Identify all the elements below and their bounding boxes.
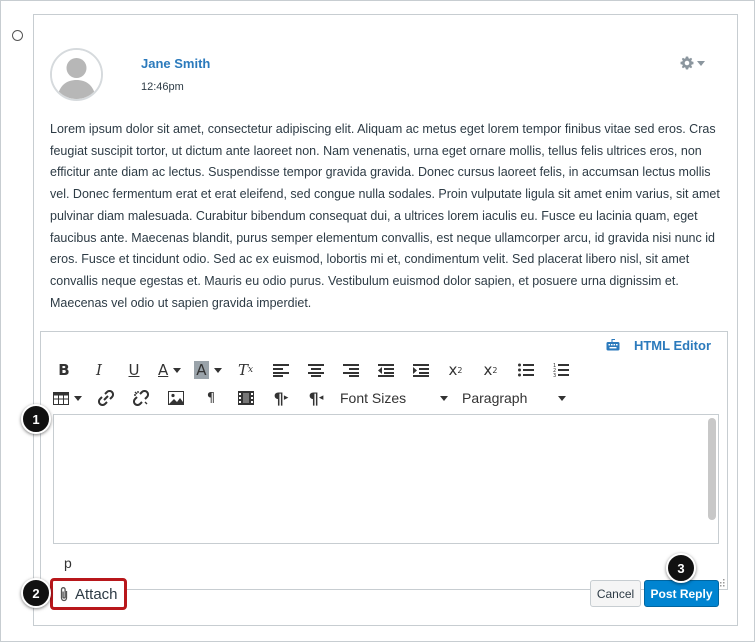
font-sizes-label: Font Sizes — [340, 390, 407, 406]
html-editor-toggle[interactable]: HTML Editor — [606, 337, 711, 353]
rtl-icon[interactable]: ¶ ◂ — [305, 387, 327, 409]
ltr-icon[interactable]: ¶ ▸ — [270, 387, 292, 409]
settings-menu-button[interactable] — [680, 55, 710, 71]
background-color-icon[interactable]: A — [194, 359, 222, 381]
chevron-down-icon — [558, 395, 566, 401]
scrollbar[interactable] — [708, 418, 716, 520]
image-icon[interactable] — [165, 387, 187, 409]
underline-icon[interactable]: U — [123, 359, 145, 381]
link-icon[interactable] — [95, 387, 117, 409]
element-path: p — [64, 555, 72, 571]
align-right-icon[interactable] — [340, 359, 362, 381]
rich-text-editor: HTML Editor B I U A A Tx x 2 x 2 1 2 3 ¶… — [40, 331, 728, 590]
outdent-icon[interactable] — [375, 359, 397, 381]
post-body: Lorem ipsum dolor sit amet, consectetur … — [50, 122, 720, 310]
indent-icon[interactable] — [410, 359, 432, 381]
media-icon[interactable] — [235, 387, 257, 409]
callout-3-badge: 3 — [666, 553, 696, 583]
numbered-list-icon[interactable]: 123 — [550, 359, 572, 381]
keyboard-icon — [606, 339, 620, 351]
editor-toolbar-row-1: B I U A A Tx x2 x 2 1 2 3 — [53, 359, 585, 381]
gear-icon — [680, 56, 694, 70]
paragraph-label: Paragraph — [462, 390, 528, 406]
paragraph-select[interactable]: Paragraph — [462, 387, 566, 409]
reply-text-area[interactable] — [53, 414, 719, 544]
subscript-icon[interactable]: x2 — [480, 359, 502, 381]
author-name-link[interactable]: Jane Smith — [141, 56, 210, 71]
html-editor-label: HTML Editor — [633, 337, 711, 353]
paragraph-mark-icon[interactable]: ¶ — [200, 387, 222, 409]
clear-formatting-icon[interactable]: Tx — [235, 359, 257, 381]
attach-button[interactable]: Attach — [50, 578, 127, 610]
bold-icon[interactable]: B — [53, 359, 75, 381]
selection-radio[interactable] — [12, 30, 23, 41]
align-left-icon[interactable] — [270, 359, 292, 381]
paperclip-icon — [60, 587, 68, 602]
avatar[interactable] — [50, 48, 103, 101]
post-time: 12:46pm — [141, 81, 184, 93]
chevron-down-icon — [697, 60, 705, 66]
unlink-icon[interactable] — [130, 387, 152, 409]
post-reply-button[interactable]: Post Reply — [644, 580, 719, 607]
bulleted-list-icon[interactable] — [515, 359, 537, 381]
callout-1-badge: 1 — [21, 404, 51, 434]
chevron-down-icon — [440, 395, 448, 401]
editor-toolbar-row-2: ¶ ¶ ▸ ¶ ◂ Font Sizes Paragraph — [53, 387, 580, 409]
font-sizes-select[interactable]: Font Sizes — [340, 387, 448, 409]
table-icon[interactable] — [53, 387, 82, 409]
italic-icon[interactable]: I — [88, 359, 110, 381]
text-color-icon[interactable]: A — [158, 359, 182, 381]
discussion-entry: Jane Smith 12:46pm Lorem ipsum dolor sit… — [33, 14, 738, 626]
callout-2-badge: 2 — [21, 578, 51, 608]
attach-label: Attach — [75, 585, 118, 603]
align-center-icon[interactable] — [305, 359, 327, 381]
svg-text:3: 3 — [553, 373, 556, 378]
cancel-button[interactable]: Cancel — [590, 580, 641, 607]
superscript-icon[interactable]: x2 — [445, 359, 467, 381]
